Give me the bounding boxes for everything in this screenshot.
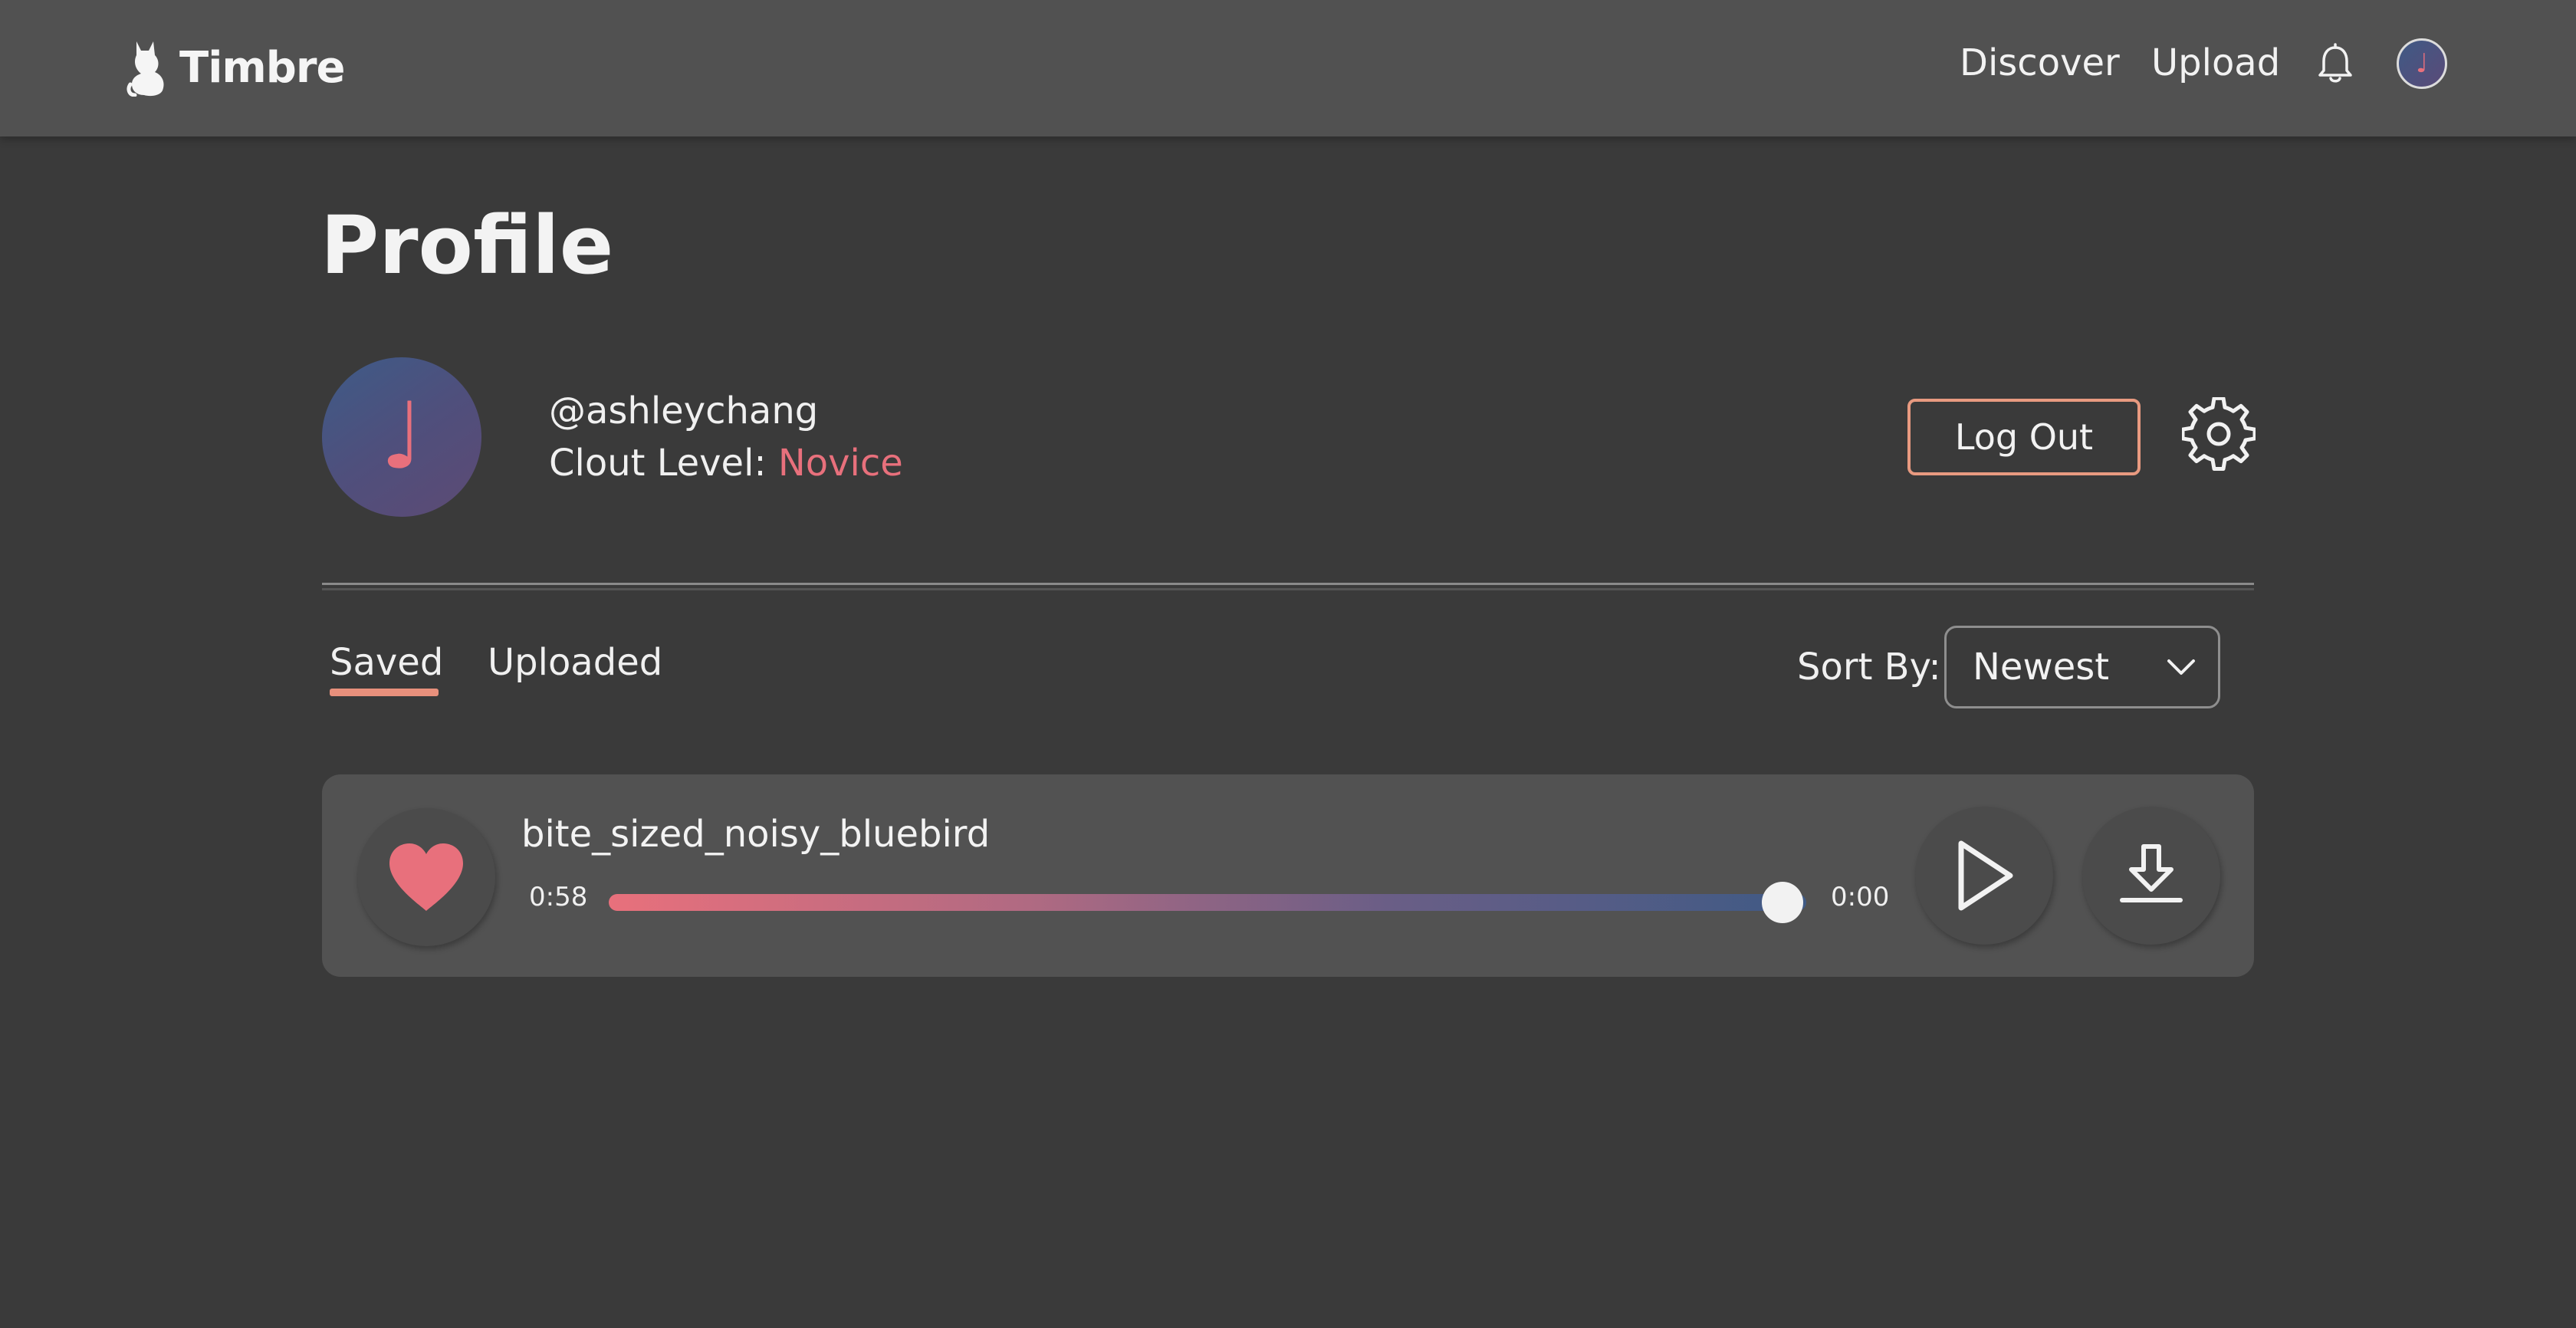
track-remaining-time: 0:00 <box>1831 882 1890 912</box>
nav-upload-link[interactable]: Upload <box>2151 38 2280 87</box>
like-button[interactable] <box>357 808 495 946</box>
bell-icon[interactable] <box>2315 43 2355 86</box>
cat-logo-icon <box>127 41 164 97</box>
brand-name: Timbre <box>179 42 345 93</box>
tab-uploaded[interactable]: Uploaded <box>488 638 662 687</box>
top-nav-bar: Timbre Discover Upload ♩ <box>0 0 2576 136</box>
nav-discover-link[interactable]: Discover <box>1960 38 2120 87</box>
chevron-down-icon <box>2167 659 2195 675</box>
page-title: Profile <box>320 199 614 292</box>
brand-logo[interactable]: Timbre <box>126 37 345 98</box>
sort-by-dropdown[interactable]: Newest <box>1944 626 2220 708</box>
track-progress-slider[interactable] <box>609 882 1806 923</box>
heart-icon <box>389 843 463 911</box>
track-title: bite_sized_noisy_bluebird <box>521 813 991 856</box>
download-button[interactable] <box>2082 807 2220 945</box>
music-note-icon: ♩ <box>380 383 424 490</box>
clout-level-value: Novice <box>777 442 903 485</box>
tab-saved[interactable]: Saved <box>330 638 443 687</box>
music-note-icon: ♩ <box>2415 48 2429 79</box>
track-elapsed-time: 0:58 <box>529 882 588 912</box>
progress-thumb[interactable] <box>1761 882 1803 923</box>
section-divider <box>322 583 2254 590</box>
logout-button[interactable]: Log Out <box>1907 399 2141 475</box>
sort-by-label: Sort By: <box>1797 646 1941 689</box>
profile-username: @ashleychang <box>549 390 819 432</box>
gear-icon[interactable] <box>2182 397 2256 471</box>
active-tab-indicator <box>330 689 439 696</box>
download-icon <box>2120 844 2183 902</box>
sort-by-value: Newest <box>1973 646 2110 689</box>
play-button[interactable] <box>1915 807 2053 945</box>
track-card: bite_sized_noisy_bluebird 0:58 0:00 <box>322 774 2254 977</box>
profile-avatar: ♩ <box>322 357 481 517</box>
clout-label: Clout Level: <box>549 442 778 485</box>
user-avatar-menu[interactable]: ♩ <box>2397 38 2447 89</box>
clout-level: Clout Level: Novice <box>549 436 903 491</box>
play-icon <box>1958 840 2013 911</box>
